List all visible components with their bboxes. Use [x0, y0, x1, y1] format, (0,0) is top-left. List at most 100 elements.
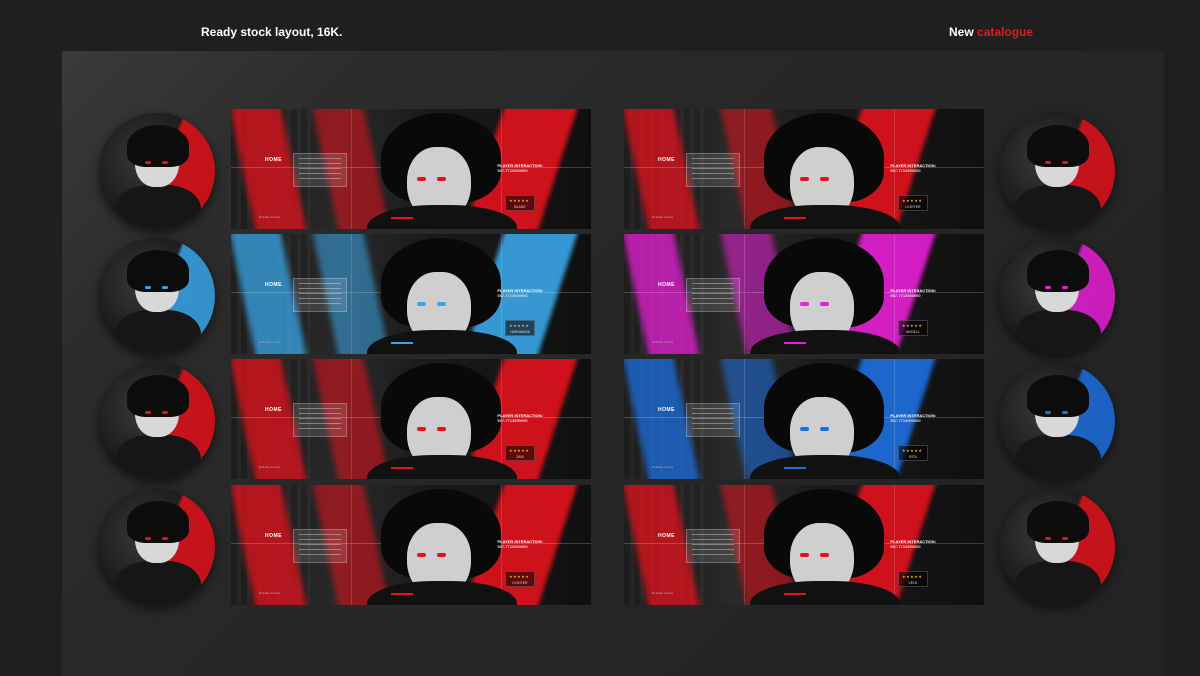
banner-card-rita[interactable]: HOME PLAYER INTERACTION: 567-7713950000 ★★★… [624, 359, 984, 479]
character-eye [417, 177, 426, 181]
banner-guide-line [744, 359, 745, 479]
banner-footer-accent [391, 467, 413, 469]
avatar-eye [162, 161, 168, 164]
character-eye [800, 553, 809, 557]
avatar-rita[interactable] [999, 363, 1115, 479]
character-name: BLADE [514, 205, 526, 209]
character-eye [417, 553, 426, 557]
banner-player-info: PLAYER INTERACTION: 567-7713950000 [890, 413, 936, 423]
character-name: ZAKI [516, 455, 524, 459]
avatar-eye [1062, 286, 1068, 289]
avatar-body [115, 435, 201, 479]
avatar-blade[interactable] [99, 113, 215, 229]
banner-home-label: HOME [658, 157, 675, 163]
character-name: VEHL [908, 581, 918, 585]
banner-guide-line [744, 234, 745, 354]
banner-home-label: HOME [265, 407, 282, 413]
banner-name-box: ★★★★★ LIGHTER [898, 195, 928, 211]
avatar-lighter[interactable] [99, 489, 215, 605]
rating-stars: ★★★★★ [902, 574, 923, 579]
banner-card-zaki[interactable]: HOME PLAYER INTERACTION: 567-7713950000 ★★★… [231, 359, 591, 479]
avatar-eye [145, 161, 151, 164]
banner-home-label: HOME [658, 407, 675, 413]
player-id: 567-7713950000 [497, 544, 528, 549]
rating-stars: ★★★★★ [509, 323, 530, 328]
avatar-hair [1027, 125, 1089, 167]
header-right-text: New catalogue [949, 25, 1033, 39]
avatar-eye [1062, 161, 1068, 164]
banner-card-vehl[interactable]: HOME PLAYER INTERACTION: 567-7713950000 ★★★… [624, 485, 984, 605]
character-name: ANGELL [906, 330, 920, 334]
banner-name-box: ★★★★★ HARUMASA [505, 320, 535, 336]
banner-footer-text: Reliable Access [259, 340, 281, 344]
avatar-hair [1027, 250, 1089, 292]
banner-info-box [293, 278, 347, 312]
banner-player-info: PLAYER INTERACTION: 567-7713950000 [890, 163, 936, 173]
banner-player-info: PLAYER INTERACTION: 567-7713950000 [890, 288, 936, 298]
avatar-vehl[interactable] [999, 489, 1115, 605]
character-eye [437, 177, 446, 181]
avatar-angell[interactable] [999, 238, 1115, 354]
banner-home-label: HOME [265, 157, 282, 163]
banner-name-box: ★★★★★ LIGHTER [505, 571, 535, 587]
avatar-eye [1045, 411, 1051, 414]
banner-footer-text: Reliable Access [652, 591, 674, 595]
player-id: 567-7713950000 [497, 168, 528, 173]
banner-footer-text: Reliable Access [652, 465, 674, 469]
banner-guide-line [744, 485, 745, 605]
avatar-body [115, 185, 201, 229]
rating-stars: ★★★★★ [509, 198, 530, 203]
character-name: LIGHTER [512, 581, 528, 585]
banner-info-box [686, 403, 740, 437]
banner-card-lighter[interactable]: HOME PLAYER INTERACTION: 567-7713950000 ★★★… [231, 485, 591, 605]
banner-footer-accent [784, 342, 806, 344]
avatar-hair [127, 250, 189, 292]
character-eye [820, 177, 829, 181]
avatar-body [115, 310, 201, 354]
avatar-hair [1027, 375, 1089, 417]
avatar-hair [1027, 501, 1089, 543]
header-right-prefix: New [949, 25, 974, 39]
player-id: 567-7713950000 [497, 418, 528, 423]
banner-player-info: PLAYER INTERACTION: 567-7713950000 [497, 288, 543, 298]
banner-footer-accent [784, 593, 806, 595]
player-id: 567-7713950000 [890, 293, 921, 298]
avatar-lighter[interactable] [999, 113, 1115, 229]
player-id: 567-7713950000 [890, 544, 921, 549]
banner-info-box [293, 529, 347, 563]
banner-guide-line [351, 109, 352, 229]
character-eye [437, 302, 446, 306]
banner-card-angell[interactable]: HOME PLAYER INTERACTION: 567-7713950000 ★★★… [624, 234, 984, 354]
character-eye [820, 427, 829, 431]
rating-stars: ★★★★★ [509, 448, 530, 453]
banner-footer-text: Reliable Access [259, 591, 281, 595]
character-eye [437, 553, 446, 557]
rating-stars: ★★★★★ [902, 448, 923, 453]
banner-footer-text: Reliable Access [259, 465, 281, 469]
banner-card-blade[interactable]: HOME PLAYER INTERACTION: 567-7713950000 ★★★… [231, 109, 591, 229]
banner-player-info: PLAYER INTERACTION: 567-7713950000 [497, 413, 543, 423]
rating-stars: ★★★★★ [509, 574, 530, 579]
banner-name-box: ★★★★★ VEHL [898, 571, 928, 587]
banner-footer-accent [784, 467, 806, 469]
avatar-hair [127, 375, 189, 417]
banner-name-box: ★★★★★ ANGELL [898, 320, 928, 336]
avatar-zaki[interactable] [99, 363, 215, 479]
header-right-accent: catalogue [977, 25, 1034, 39]
banner-footer-accent [391, 217, 413, 219]
avatar-eye [1062, 537, 1068, 540]
banner-card-harumasa[interactable]: HOME PLAYER INTERACTION: 567-7713950000 ★★★… [231, 234, 591, 354]
banner-home-label: HOME [265, 533, 282, 539]
banner-player-info: PLAYER INTERACTION: 567-7713950000 [497, 163, 543, 173]
banner-guide-line [744, 109, 745, 229]
banner-player-info: PLAYER INTERACTION: 567-7713950000 [890, 539, 936, 549]
avatar-harumasa[interactable] [99, 238, 215, 354]
character-name: RITA [909, 455, 917, 459]
character-name: HARUMASA [510, 330, 530, 334]
banner-guide-line [351, 359, 352, 479]
avatar-eye [145, 411, 151, 414]
avatar-eye [162, 411, 168, 414]
banner-info-box [293, 403, 347, 437]
banner-card-lighter[interactable]: HOME PLAYER INTERACTION: 567-7713950000 ★★★… [624, 109, 984, 229]
banner-footer-text: Reliable Access [259, 215, 281, 219]
